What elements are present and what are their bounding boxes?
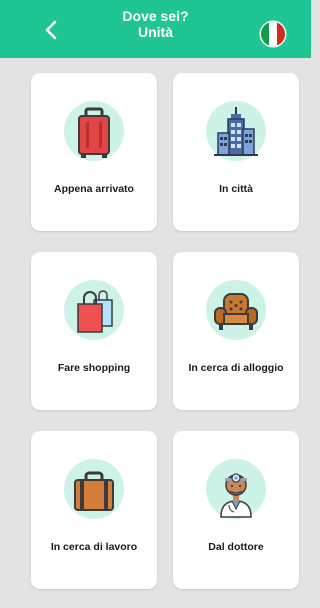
- card-dal-dottore[interactable]: Dal dottore: [173, 431, 299, 589]
- card-label: In cerca di lavoro: [50, 541, 138, 553]
- card-in-cerca-di-alloggio[interactable]: In cerca di alloggio: [173, 252, 299, 410]
- armchair-icon: [214, 293, 258, 330]
- shopping-bag-icon: [77, 290, 113, 333]
- card-label: Fare shopping: [57, 362, 131, 374]
- card-label: In città: [219, 183, 253, 195]
- card-label: In cerca di alloggio: [188, 362, 284, 374]
- card-in-citta[interactable]: In città: [173, 73, 299, 231]
- briefcase-icon: [74, 471, 114, 511]
- card-label: Appena arrivato: [54, 183, 134, 195]
- card-fare-shopping[interactable]: Fare shopping: [31, 252, 157, 410]
- card-label: Dal dottore: [208, 541, 264, 553]
- category-grid: Appena arrivato In città Fare shopping I…: [0, 0, 311, 608]
- city-building-icon: [214, 107, 258, 156]
- card-appena-arrivato[interactable]: Appena arrivato: [31, 73, 157, 231]
- suitcase-icon: [78, 107, 110, 158]
- doctor-icon: [220, 473, 252, 518]
- card-in-cerca-di-lavoro[interactable]: In cerca di lavoro: [31, 431, 157, 589]
